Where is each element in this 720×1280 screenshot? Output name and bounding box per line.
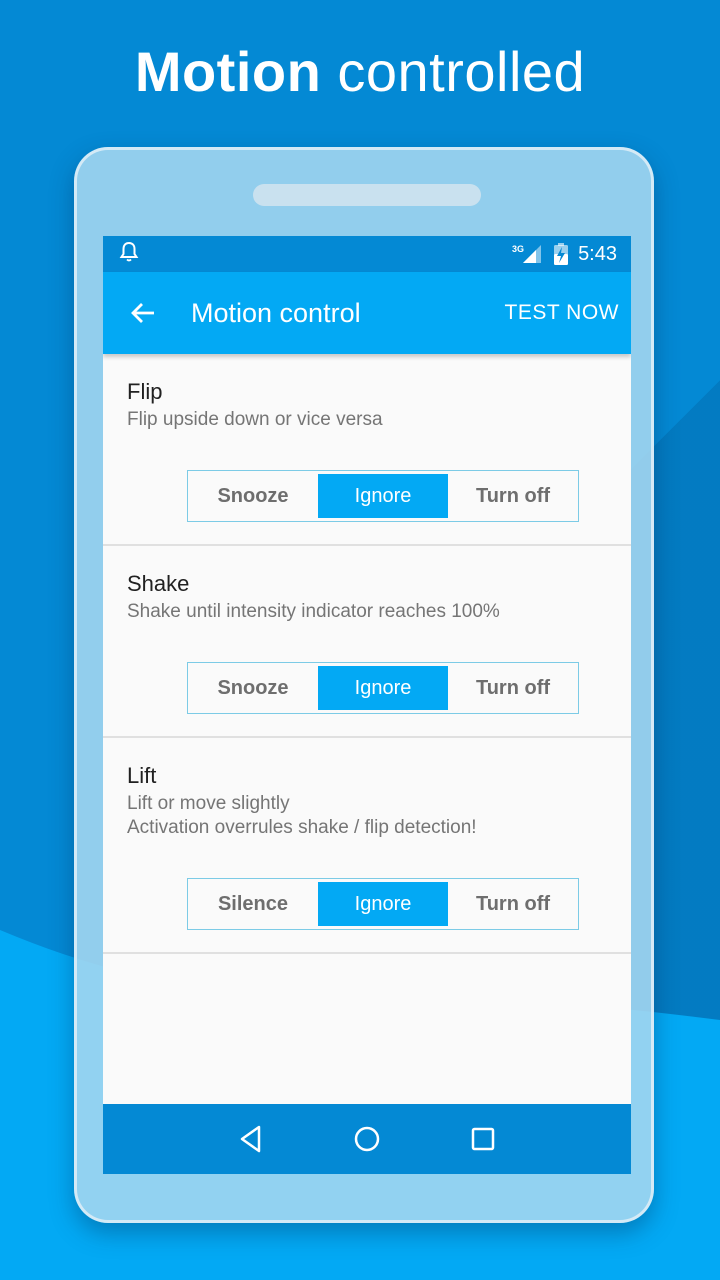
phone-speaker <box>253 184 481 206</box>
option-silence[interactable]: Silence <box>188 879 318 929</box>
item-description-note: Activation overrules shake / flip detect… <box>127 817 477 838</box>
status-bar: 3G 5:43 <box>103 236 631 272</box>
item-description: Shake until intensity indicator reaches … <box>127 601 500 622</box>
page-title: Motion control <box>191 297 361 328</box>
bell-icon <box>119 241 139 268</box>
headline-bold: Motion <box>134 40 322 103</box>
nav-home-icon <box>354 1126 380 1152</box>
lift-action-selector: Silence Ignore Turn off <box>187 878 579 930</box>
nav-recents-icon <box>471 1127 495 1151</box>
option-turn-off[interactable]: Turn off <box>448 471 578 521</box>
option-turn-off[interactable]: Turn off <box>448 879 578 929</box>
item-title: Lift <box>127 763 157 788</box>
phone-screen: 3G 5:43 Motion control TEST NOW Flip Fli… <box>103 236 631 1174</box>
option-snooze[interactable]: Snooze <box>188 663 318 713</box>
flip-action-selector: Snooze Ignore Turn off <box>187 470 579 522</box>
back-button[interactable] <box>129 298 159 328</box>
item-description: Flip upside down or vice versa <box>127 409 383 430</box>
item-description: Lift or move slightly <box>127 793 290 814</box>
nav-recents-button[interactable] <box>463 1119 503 1159</box>
status-time: 5:43 <box>578 242 617 265</box>
motion-item-shake: Shake Shake until intensity indicator re… <box>103 546 631 738</box>
motion-item-lift: Lift Lift or move slightly Activation ov… <box>103 738 631 954</box>
motion-item-flip: Flip Flip upside down or vice versa Snoo… <box>103 354 631 546</box>
option-snooze[interactable]: Snooze <box>188 471 318 521</box>
signal-icon <box>523 245 542 263</box>
item-title: Shake <box>127 571 190 596</box>
battery-charging-icon <box>554 243 569 265</box>
nav-home-button[interactable] <box>347 1119 387 1159</box>
nav-back-button[interactable] <box>231 1119 271 1159</box>
app-bar: Motion control TEST NOW <box>103 272 631 354</box>
option-ignore[interactable]: Ignore <box>318 666 448 710</box>
item-title: Flip <box>127 379 163 404</box>
arrow-left-icon <box>131 303 154 323</box>
test-now-button[interactable]: TEST NOW <box>505 301 619 325</box>
navigation-bar <box>103 1104 631 1174</box>
phone-mockup: 3G 5:43 Motion control TEST NOW Flip Fli… <box>74 147 654 1223</box>
headline-light: controlled <box>337 40 586 103</box>
option-turn-off[interactable]: Turn off <box>448 663 578 713</box>
nav-back-icon <box>240 1125 261 1153</box>
option-ignore[interactable]: Ignore <box>318 474 448 518</box>
shake-action-selector: Snooze Ignore Turn off <box>187 662 579 714</box>
network-indicator: 3G <box>512 244 542 264</box>
headline: Motion controlled <box>0 38 720 106</box>
option-ignore[interactable]: Ignore <box>318 882 448 926</box>
